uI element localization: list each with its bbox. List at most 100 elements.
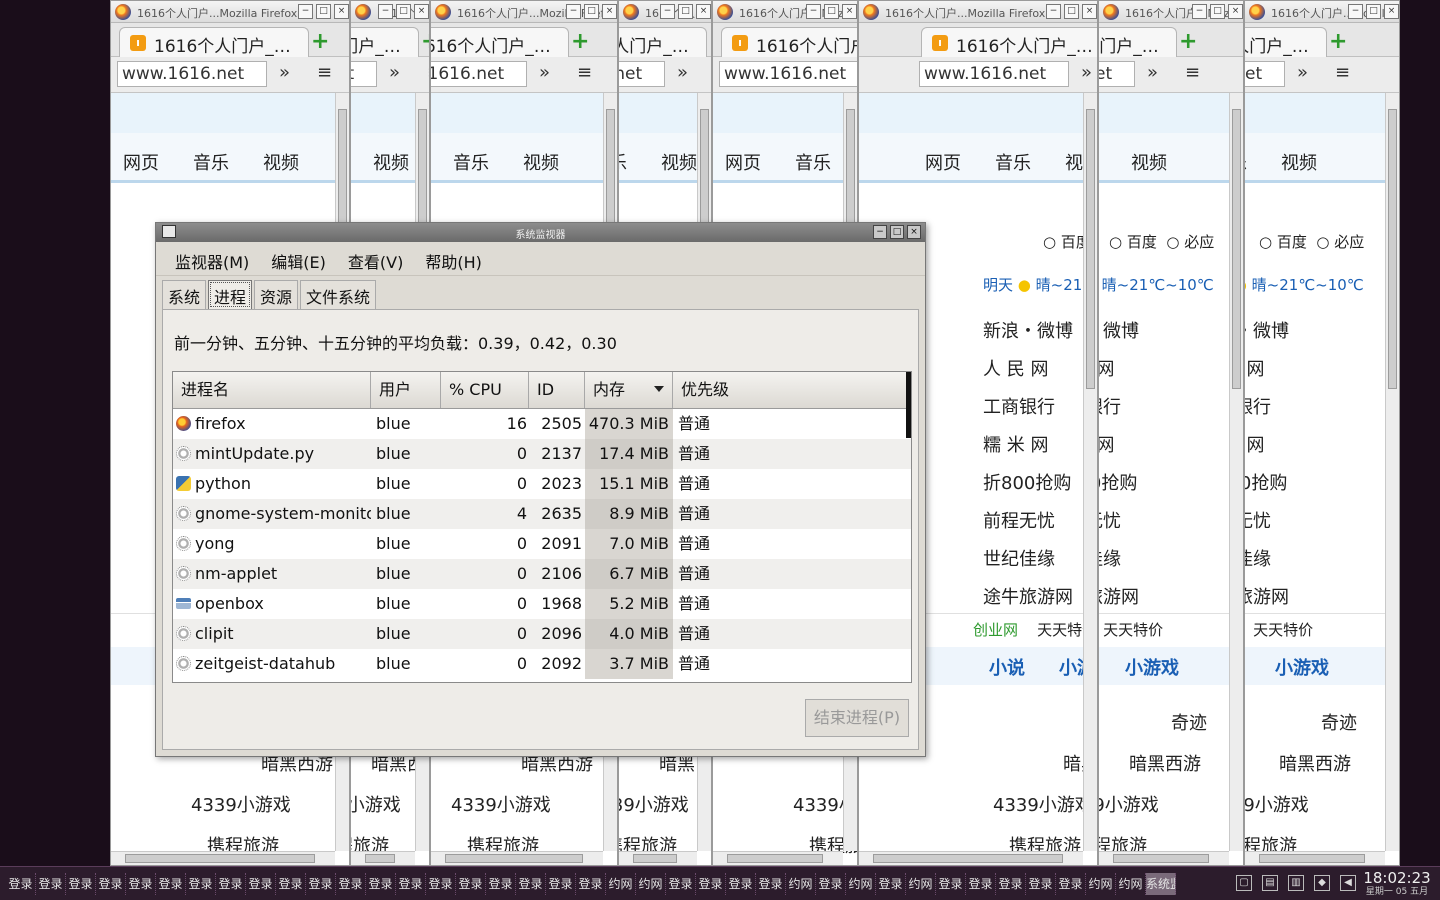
url-bar[interactable]: www.1616.net xyxy=(1099,61,1135,87)
tab-music[interactable]: 音乐 xyxy=(619,149,627,175)
scrollbar-thumb[interactable] xyxy=(365,854,395,863)
tab-video[interactable]: 视频 xyxy=(373,149,409,175)
new-tab-button[interactable]: + xyxy=(571,29,589,54)
taskbar-item[interactable]: 约网 xyxy=(636,873,666,895)
firefox-tab[interactable]: ı 1616个人门户_… xyxy=(431,27,569,57)
firefox-titlebar[interactable]: 1616个人门户...Mozilla Firefox −□× xyxy=(713,1,857,23)
taskbar-item[interactable]: 登录 xyxy=(936,873,966,895)
horizontal-scrollbar[interactable] xyxy=(351,851,415,865)
site-link[interactable]: 工商银行 xyxy=(983,389,1073,427)
scrollbar-thumb[interactable] xyxy=(633,854,677,863)
taskbar-item[interactable]: 登录 xyxy=(186,873,216,895)
taskbar-item[interactable]: 登录 xyxy=(276,873,306,895)
scrollbar-thumb[interactable] xyxy=(873,854,1063,863)
site-link[interactable]: 糯 米 网 xyxy=(983,427,1073,465)
taskbar-item[interactable]: 登录 xyxy=(216,873,246,895)
table-row[interactable]: firefox blue 16 2505 470.3 MiB 普通 xyxy=(173,409,911,439)
vertical-scrollbar[interactable] xyxy=(1083,93,1097,851)
taskbar-item[interactable]: 登录 xyxy=(36,873,66,895)
close-icon[interactable]: × xyxy=(334,4,349,19)
radio-bing[interactable]: 必应 xyxy=(1334,233,1364,251)
taskbar-item[interactable]: 登录 xyxy=(816,873,846,895)
firefox-tab[interactable]: ı 1616个人门户_… xyxy=(1245,27,1327,57)
scrollbar-thumb[interactable] xyxy=(727,854,823,863)
site-link[interactable]: 世纪佳缘 xyxy=(1245,541,1289,579)
taskbar-item[interactable]: 登录 xyxy=(996,873,1026,895)
table-row[interactable]: openbox blue 0 1968 5.2 MiB 普通 xyxy=(173,589,911,619)
scrollbar-thumb[interactable] xyxy=(1113,854,1209,863)
column-header-cpu[interactable]: % CPU xyxy=(441,372,529,408)
scrollbar-thumb[interactable] xyxy=(125,854,315,863)
horizontal-scrollbar[interactable] xyxy=(619,851,697,865)
url-bar[interactable]: www.1616.net xyxy=(1245,61,1285,87)
site-link[interactable]: 4339小游戏 xyxy=(1245,785,1357,826)
site-link[interactable]: 人 民 网 xyxy=(1099,351,1139,389)
close-icon[interactable]: × xyxy=(414,4,429,19)
firefox-tab[interactable]: ı 1616个人门户_… xyxy=(1099,27,1177,57)
column-header-priority[interactable]: 优先级 xyxy=(673,372,909,408)
table-row[interactable]: mintUpdate.py blue 0 2137 17.4 MiB 普通 xyxy=(173,439,911,469)
url-bar[interactable]: www.1616.net xyxy=(619,61,665,87)
overflow-chevron-icon[interactable]: » xyxy=(539,62,550,83)
column-header-name[interactable]: 进程名 xyxy=(173,372,371,408)
site-link[interactable]: 人 民 网 xyxy=(1245,351,1289,389)
radio-bing[interactable]: 必应 xyxy=(1184,233,1214,251)
site-link[interactable]: 世纪佳缘 xyxy=(983,541,1073,579)
maximize-icon[interactable]: □ xyxy=(584,4,599,19)
taskbar-item[interactable]: 登录 xyxy=(876,873,906,895)
close-icon[interactable]: × xyxy=(907,225,921,239)
taskbar-item[interactable]: 约网 xyxy=(846,873,876,895)
firefox-titlebar[interactable]: 1616个人门户...Mozilla Firefox −□× xyxy=(431,1,617,23)
taskbar-item[interactable]: 登录 xyxy=(546,873,576,895)
tab-video[interactable]: 视频 xyxy=(661,149,697,175)
firefox-titlebar[interactable]: 1616个人门户...Mozilla Firefox −□× xyxy=(619,1,711,23)
taskbar-item[interactable]: 登录 xyxy=(486,873,516,895)
site-link[interactable]: 新浪・微博 xyxy=(1245,313,1289,351)
horizontal-scrollbar[interactable] xyxy=(111,851,335,865)
site-link[interactable]: 工商银行 xyxy=(1099,389,1139,427)
taskbar-item[interactable]: 登录 xyxy=(246,873,276,895)
minimize-icon[interactable]: − xyxy=(1348,4,1363,19)
novel-link[interactable]: 小说 xyxy=(989,654,1025,680)
site-link[interactable]: 暗黑西游 xyxy=(1245,744,1357,785)
shield-icon[interactable]: ◆ xyxy=(1314,875,1330,891)
scrollbar-thumb[interactable] xyxy=(1388,109,1397,389)
new-tab-button[interactable]: + xyxy=(311,29,329,54)
site-link[interactable]: 工商银行 xyxy=(1245,389,1289,427)
maximize-icon[interactable]: □ xyxy=(678,4,693,19)
site-link[interactable]: 途牛旅游网 xyxy=(983,579,1073,617)
site-link[interactable]: 糯 米 网 xyxy=(1245,427,1289,465)
minimize-icon[interactable]: − xyxy=(806,4,821,19)
table-scrollbar[interactable] xyxy=(906,372,911,438)
close-icon[interactable]: × xyxy=(1384,4,1399,19)
site-link[interactable]: 人 民 网 xyxy=(983,351,1073,389)
menu-icon[interactable]: ≡ xyxy=(1185,62,1200,83)
taskbar-item[interactable]: 登录 xyxy=(666,873,696,895)
taskbar-item[interactable]: 约网 xyxy=(906,873,936,895)
taskbar-item[interactable]: 登录 xyxy=(6,873,36,895)
taskbar-item[interactable]: 登录 xyxy=(696,873,726,895)
tab-video[interactable]: 视频 xyxy=(263,149,299,175)
taskbar-item[interactable]: 登录 xyxy=(336,873,366,895)
table-row[interactable]: clipit blue 0 2096 4.0 MiB 普通 xyxy=(173,619,911,649)
system-monitor-titlebar[interactable]: 系统监视器 − □ × xyxy=(156,223,925,242)
close-icon[interactable]: × xyxy=(842,4,857,19)
tab-music[interactable]: 音乐 xyxy=(995,149,1031,175)
maximize-icon[interactable]: □ xyxy=(396,4,411,19)
taskbar-item[interactable]: 登录 xyxy=(396,873,426,895)
taskbar-item[interactable]: 登录 xyxy=(126,873,156,895)
tab-video[interactable]: 视频 xyxy=(1131,149,1167,175)
radio-baidu[interactable]: 百度 xyxy=(1277,233,1307,251)
minimize-icon[interactable]: − xyxy=(1046,4,1061,19)
firefox-window[interactable]: 1616个人门户...Mozilla Firefox −□× ı 1616个人门… xyxy=(1098,0,1244,866)
tab-music[interactable]: 音乐 xyxy=(193,149,229,175)
tab-web[interactable]: 网页 xyxy=(925,149,961,175)
minimize-icon[interactable]: − xyxy=(378,4,393,19)
taskbar-item[interactable]: 登录 xyxy=(456,873,486,895)
new-tab-button[interactable]: + xyxy=(1329,29,1347,54)
column-header-id[interactable]: ID xyxy=(529,372,585,408)
minimize-icon[interactable]: − xyxy=(566,4,581,19)
site-link[interactable]: 奇迹 xyxy=(1245,703,1357,744)
close-icon[interactable]: × xyxy=(1228,4,1243,19)
firefox-tab[interactable]: ı 1616个人门户_… xyxy=(921,27,1097,57)
